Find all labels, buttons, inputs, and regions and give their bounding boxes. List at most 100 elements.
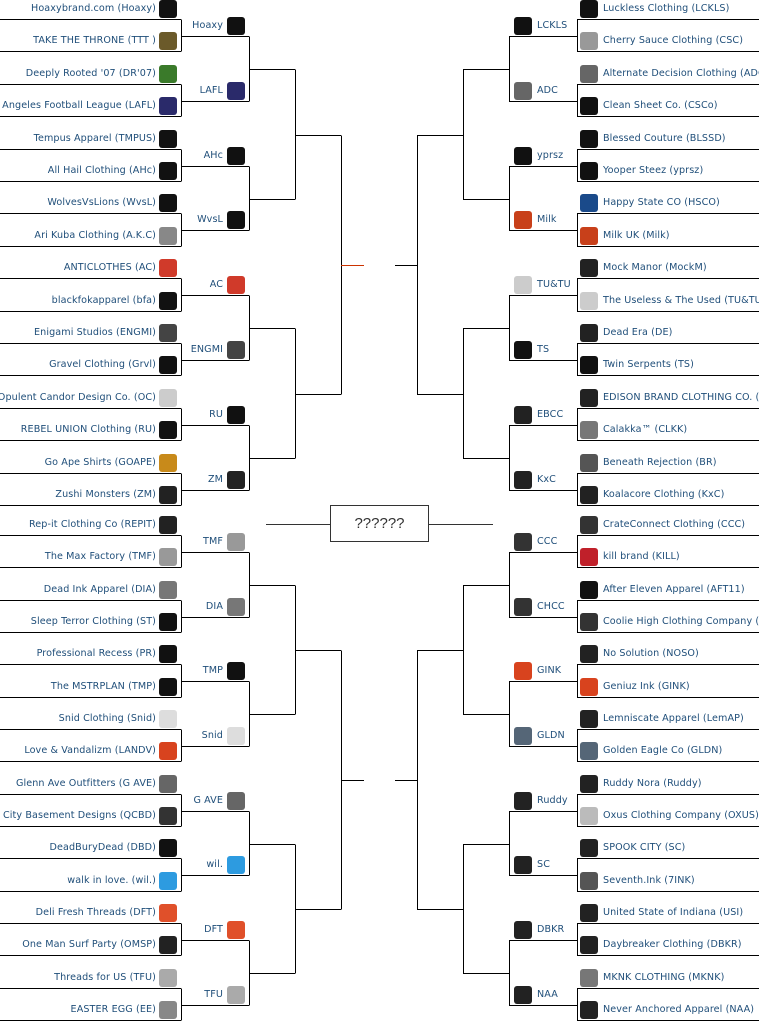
team-entry[interactable]: EASTER EGG (EE): [71, 1000, 177, 1019]
team-entry[interactable]: Glenn Ave Outfitters (G AVE): [16, 774, 177, 793]
team-entry[interactable]: Zushi Monsters (ZM): [55, 485, 177, 504]
team-entry[interactable]: MKNK CLOTHING (MKNK): [580, 968, 724, 987]
team-name: Deli Fresh Threads (DFT): [35, 907, 156, 918]
advanced-team[interactable]: KxC: [514, 470, 556, 489]
team-entry[interactable]: Rep-it Clothing Co (REPIT): [29, 515, 177, 534]
advanced-team[interactable]: GINK: [514, 661, 561, 680]
team-entry[interactable]: Golden Eagle Co (GLDN): [580, 741, 722, 760]
advanced-team[interactable]: TMF: [203, 532, 245, 551]
advanced-team[interactable]: DFT: [204, 920, 245, 939]
team-entry[interactable]: The Max Factory (TMF): [45, 547, 177, 566]
team-entry[interactable]: Snid Clothing (Snid): [59, 709, 177, 728]
team-logo-icon: [227, 405, 245, 424]
team-entry[interactable]: The MSTRPLAN (TMP): [51, 677, 177, 696]
team-entry[interactable]: Ari Kuba Clothing (A.K.C): [34, 226, 177, 245]
team-entry[interactable]: Beneath Rejection (BR): [580, 453, 717, 472]
advanced-team[interactable]: TU&TU: [514, 275, 571, 294]
team-entry[interactable]: Opulent Candor Design Co. (OC): [0, 388, 177, 407]
team-entry[interactable]: Dead Era (DE): [580, 323, 672, 342]
team-entry[interactable]: Dead Ink Apparel (DIA): [44, 580, 177, 599]
advanced-team[interactable]: Snid: [202, 726, 245, 745]
team-entry[interactable]: Hoaxybrand.com (Hoaxy): [31, 0, 177, 18]
team-entry[interactable]: Deli Fresh Threads (DFT): [35, 903, 177, 922]
team-name: DeadBuryDead (DBD): [49, 842, 156, 853]
team-entry[interactable]: Cherry Sauce Clothing (CSC): [580, 31, 743, 50]
advanced-team[interactable]: CCC: [514, 532, 557, 551]
team-entry[interactable]: Enigami Studios (ENGMI): [34, 323, 177, 342]
team-entry[interactable]: walk in love. (wil.): [67, 871, 177, 890]
team-entry[interactable]: Ruddy Nora (Ruddy): [580, 774, 702, 793]
advanced-team[interactable]: NAA: [514, 985, 558, 1004]
advanced-team[interactable]: Milk: [514, 210, 557, 229]
team-entry[interactable]: Blessed Couture (BLSSD): [580, 129, 726, 148]
team-entry[interactable]: CrateConnect Clothing (CCC): [580, 515, 745, 534]
advanced-team[interactable]: TMP: [203, 661, 245, 680]
team-entry[interactable]: EDISON BRAND CLOTHING CO. (EBCC): [580, 388, 759, 407]
team-name: Milk UK (Milk): [603, 230, 670, 241]
advanced-team[interactable]: G AVE: [193, 791, 245, 810]
team-entry[interactable]: TAKE THE THRONE (TTT ): [33, 31, 177, 50]
team-entry[interactable]: WolvesVsLions (WvsL): [47, 193, 177, 212]
advanced-team[interactable]: GLDN: [514, 726, 565, 745]
team-entry[interactable]: All Hail Clothing (AHc): [48, 161, 177, 180]
team-entry[interactable]: ANTICLOTHES (AC): [64, 258, 177, 277]
team-entry[interactable]: Geniuz Ink (GINK): [580, 677, 690, 696]
advanced-team[interactable]: Hoaxy: [192, 16, 245, 35]
team-entry[interactable]: kill brand (KILL): [580, 547, 680, 566]
team-entry[interactable]: Gravel Clothing (Grvl): [49, 355, 177, 374]
advanced-team[interactable]: AC: [210, 275, 245, 294]
advanced-team[interactable]: EBCC: [514, 405, 563, 424]
advanced-team[interactable]: DBKR: [514, 920, 564, 939]
advanced-team[interactable]: wil.: [206, 855, 245, 874]
team-entry[interactable]: Never Anchored Apparel (NAA): [580, 1000, 754, 1019]
team-entry[interactable]: DeadBuryDead (DBD): [49, 838, 177, 857]
team-entry[interactable]: After Eleven Apparel (AFT11): [580, 580, 745, 599]
team-entry[interactable]: Happy State CO (HSCO): [580, 193, 720, 212]
team-entry[interactable]: Calakka™ (CLKK): [580, 420, 687, 439]
advanced-team[interactable]: LCKLS: [514, 16, 567, 35]
advanced-team[interactable]: WvsL: [197, 210, 245, 229]
advanced-team[interactable]: TFU: [204, 985, 245, 1004]
team-entry[interactable]: Sleep Terror Clothing (ST): [31, 612, 177, 631]
team-entry[interactable]: Daybreaker Clothing (DBKR): [580, 935, 742, 954]
team-entry[interactable]: Alternate Decision Clothing (ADC): [580, 64, 759, 83]
team-entry[interactable]: United State of Indiana (USI): [580, 903, 743, 922]
advanced-team[interactable]: Ruddy: [514, 791, 568, 810]
team-entry[interactable]: Go Ape Shirts (GOAPE): [45, 453, 177, 472]
team-entry[interactable]: Lemniscate Apparel (LemAP): [580, 709, 744, 728]
team-entry[interactable]: Yooper Steez (yprsz): [580, 161, 703, 180]
team-entry[interactable]: Professional Recess (PR): [37, 644, 177, 663]
advanced-team[interactable]: LAFL: [200, 81, 245, 100]
advanced-team[interactable]: ENGMI: [191, 340, 245, 359]
team-entry[interactable]: Deeply Rooted '07 (DR'07): [26, 64, 177, 83]
team-entry[interactable]: Luckless Clothing (LCKLS): [580, 0, 729, 18]
team-entry[interactable]: Love & Vandalizm (LANDV): [24, 741, 177, 760]
advanced-team[interactable]: ZM: [208, 470, 245, 489]
team-entry[interactable]: Los Angeles Football League (LAFL): [0, 96, 177, 115]
team-entry[interactable]: The Useless & The Used (TU&TU): [580, 291, 759, 310]
advanced-team[interactable]: RU: [209, 405, 245, 424]
team-entry[interactable]: Twin Serpents (TS): [580, 355, 694, 374]
advanced-team[interactable]: CHCC: [514, 597, 565, 616]
advanced-team[interactable]: DIA: [206, 597, 245, 616]
team-entry[interactable]: Clean Sheet Co. (CSCo): [580, 96, 718, 115]
team-entry[interactable]: One Man Surf Party (OMSP): [22, 935, 177, 954]
advanced-team[interactable]: AHc: [204, 146, 245, 165]
advanced-team[interactable]: yprsz: [514, 146, 563, 165]
team-entry[interactable]: Coolie High Clothing Company (CHCC): [580, 612, 759, 631]
team-entry[interactable]: No Solution (NOSO): [580, 644, 699, 663]
team-entry[interactable]: Oxus Clothing Company (OXUS): [580, 806, 759, 825]
team-entry[interactable]: Milk UK (Milk): [580, 226, 670, 245]
team-entry[interactable]: SPOOK CITY (SC): [580, 838, 685, 857]
team-entry[interactable]: Tempus Apparel (TMPUS): [34, 129, 177, 148]
team-entry[interactable]: blackfokapparel (bfa): [52, 291, 177, 310]
advanced-team[interactable]: TS: [514, 340, 549, 359]
team-entry[interactable]: REBEL UNION Clothing (RU): [21, 420, 177, 439]
team-entry[interactable]: Threads for US (TFU): [54, 968, 177, 987]
team-entry[interactable]: Queen City Basement Designs (QCBD): [0, 806, 177, 825]
team-entry[interactable]: Koalacore Clothing (KxC): [580, 485, 724, 504]
advanced-team[interactable]: SC: [514, 855, 550, 874]
team-entry[interactable]: Mock Manor (MockM): [580, 258, 707, 277]
team-entry[interactable]: Seventh.Ink (7INK): [580, 871, 695, 890]
advanced-team[interactable]: ADC: [514, 81, 558, 100]
